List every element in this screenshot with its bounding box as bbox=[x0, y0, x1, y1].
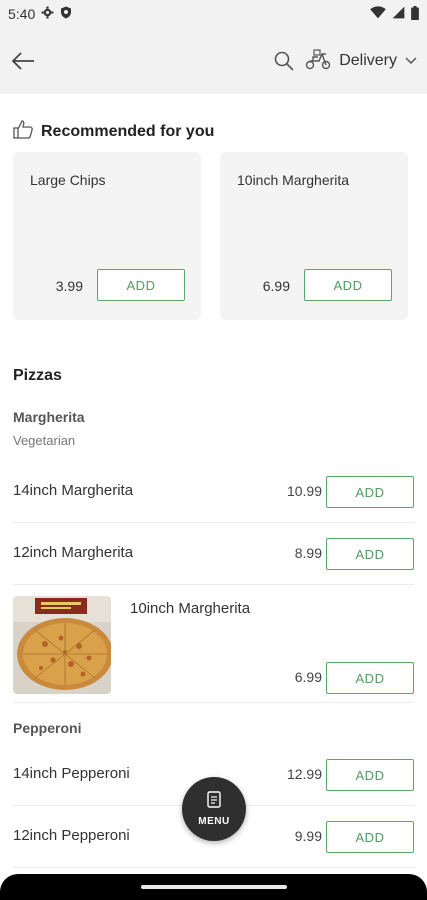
home-gesture-handle[interactable] bbox=[140, 885, 287, 889]
app-bar-actions: Delivery bbox=[273, 48, 417, 75]
add-button[interactable]: ADD bbox=[326, 821, 414, 853]
thumbs-up-icon bbox=[13, 120, 33, 144]
menu-item-name: 10inch Margherita bbox=[130, 600, 251, 617]
recommended-item-name: Large Chips bbox=[30, 172, 106, 188]
status-right bbox=[370, 5, 419, 23]
recommended-card[interactable]: Large Chips 3.99 ADD bbox=[13, 152, 201, 320]
system-navigation-bar bbox=[0, 874, 427, 900]
search-icon[interactable] bbox=[273, 50, 295, 72]
group-title-pepperoni: Pepperoni bbox=[13, 720, 82, 736]
recommended-item-price: 3.99 bbox=[55, 278, 83, 294]
section-title-pizzas: Pizzas bbox=[13, 367, 62, 384]
add-button[interactable]: ADD bbox=[326, 538, 414, 570]
menu-item-name: 12inch Pepperoni bbox=[13, 827, 130, 844]
recommended-header: Recommended for you bbox=[13, 120, 214, 144]
add-button[interactable]: ADD bbox=[326, 662, 414, 694]
menu-item-row-with-image[interactable]: 10inch Margherita 6.99 ADD bbox=[13, 585, 414, 703]
recommended-title: Recommended for you bbox=[41, 123, 215, 140]
menu-item-price: 10.99 bbox=[286, 483, 322, 499]
add-button[interactable]: ADD bbox=[326, 759, 414, 791]
back-arrow-icon[interactable] bbox=[10, 51, 36, 71]
menu-item-row[interactable]: 14inch Margherita 10.99 ADD bbox=[13, 461, 414, 523]
recommended-card[interactable]: 10inch Margherita 6.99 ADD bbox=[220, 152, 408, 320]
menu-fab-button[interactable]: MENU bbox=[182, 777, 246, 841]
menu-item-price: 6.99 bbox=[294, 669, 322, 685]
menu-document-icon bbox=[207, 791, 221, 813]
menu-item-price: 8.99 bbox=[294, 545, 322, 561]
shield-icon bbox=[60, 6, 72, 22]
add-button[interactable]: ADD bbox=[97, 269, 185, 301]
pizza-photo bbox=[13, 596, 111, 694]
recommended-item-price: 6.99 bbox=[262, 278, 290, 294]
menu-content[interactable]: Recommended for you Large Chips 3.99 ADD… bbox=[0, 94, 427, 874]
chevron-down-icon bbox=[405, 52, 417, 70]
menu-item-row[interactable]: 12inch Margherita 8.99 ADD bbox=[13, 523, 414, 585]
wifi-icon bbox=[370, 6, 386, 22]
recommended-item-name: 10inch Margherita bbox=[237, 172, 350, 188]
delivery-scooter-icon bbox=[305, 48, 331, 75]
delivery-label: Delivery bbox=[339, 52, 397, 69]
menu-item-name: 14inch Margherita bbox=[13, 482, 134, 499]
status-bar: 5:40 bbox=[0, 0, 427, 28]
status-left: 5:40 bbox=[8, 6, 72, 22]
group-title-margherita: Margherita bbox=[13, 409, 85, 425]
settings-gear-icon bbox=[41, 6, 54, 22]
delivery-selector[interactable]: Delivery bbox=[305, 48, 417, 75]
battery-icon bbox=[411, 5, 419, 23]
add-button[interactable]: ADD bbox=[326, 476, 414, 508]
menu-item-name: 12inch Margherita bbox=[13, 544, 134, 561]
menu-item-name: 14inch Pepperoni bbox=[13, 765, 130, 782]
menu-item-price: 12.99 bbox=[286, 766, 322, 782]
status-time: 5:40 bbox=[8, 6, 36, 22]
cellular-signal-icon bbox=[392, 6, 405, 22]
app-bar: Delivery bbox=[0, 28, 427, 94]
add-button[interactable]: ADD bbox=[304, 269, 392, 301]
menu-fab-label: MENU bbox=[198, 816, 230, 827]
group-subtitle: Vegetarian bbox=[13, 433, 76, 448]
menu-item-price: 9.99 bbox=[294, 828, 322, 844]
